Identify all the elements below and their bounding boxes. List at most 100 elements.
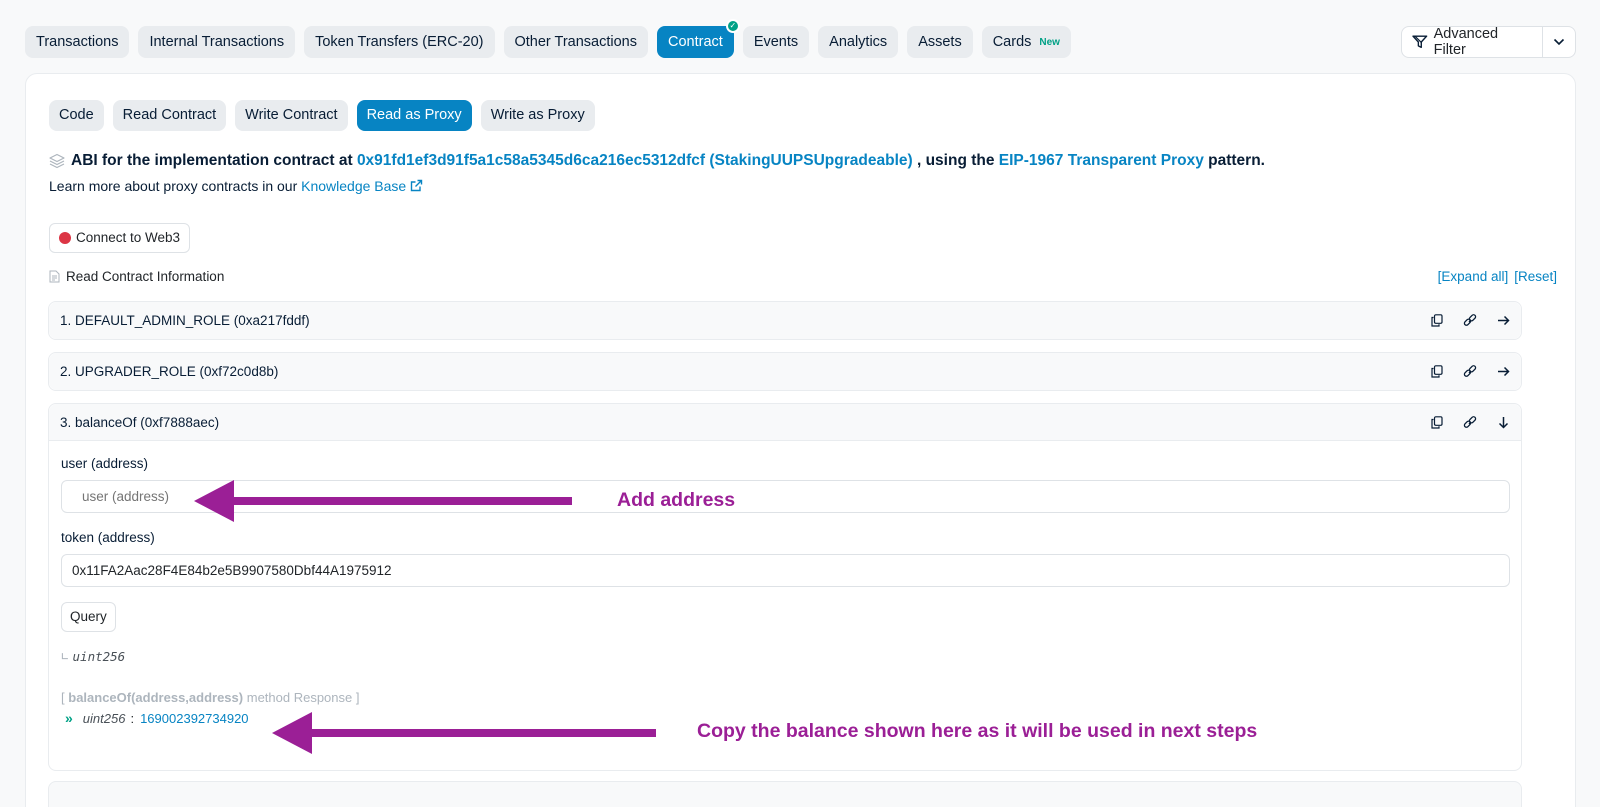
tab-events[interactable]: Events xyxy=(742,26,810,58)
response-separator: : xyxy=(130,710,135,726)
annotation-add-address: Add address xyxy=(617,489,736,511)
arrow-right-icon[interactable] xyxy=(1495,366,1511,377)
response-suffix: method Response ] xyxy=(246,690,360,705)
function-item: 2. UPGRADER_ROLE (0xf72c0d8b) xyxy=(48,352,1522,391)
chevron-down-icon xyxy=(1553,38,1565,46)
filter-icon xyxy=(1412,35,1428,49)
subtab-write-contract[interactable]: Write Contract xyxy=(235,100,348,131)
arrow-right-icon[interactable] xyxy=(1495,315,1511,326)
response-prefix: [ xyxy=(61,690,65,705)
subtab-label: Write Contract xyxy=(245,107,338,123)
return-type: ∟ uint256 xyxy=(61,649,125,664)
abi-suffix: pattern. xyxy=(1208,152,1265,169)
copy-icon[interactable] xyxy=(1429,416,1445,429)
subtab-write-as-proxy[interactable]: Write as Proxy xyxy=(480,100,595,131)
tab-transactions[interactable]: Transactions xyxy=(25,26,130,58)
layers-icon xyxy=(49,153,65,169)
tab-label: Other Transactions xyxy=(514,34,638,50)
function-actions xyxy=(1429,353,1511,390)
contract-sub-tabs: Code Read Contract Write Contract Read a… xyxy=(49,100,595,131)
link-icon[interactable] xyxy=(1462,364,1478,379)
tab-token-transfers[interactable]: Token Transfers (ERC-20) xyxy=(304,26,495,58)
response-value-row: » uint256 : 169002392734920 xyxy=(65,710,249,726)
knowledge-base-link[interactable]: Knowledge Base xyxy=(301,178,423,194)
function-actions xyxy=(1429,302,1511,339)
proxy-pattern-link[interactable]: EIP-1967 Transparent Proxy xyxy=(999,152,1204,170)
function-title: 1. DEFAULT_ADMIN_ROLE (0xa217fddf) xyxy=(60,313,310,328)
annotation-arrow-copy-balance xyxy=(272,712,656,754)
implementation-address-link[interactable]: 0x91fd1ef3d91f5a1c58a5345d6ca216ec5312df… xyxy=(357,152,913,170)
link-icon[interactable] xyxy=(1462,415,1478,430)
subtab-read-contract[interactable]: Read Contract xyxy=(112,100,227,131)
tab-label: Cards xyxy=(992,34,1032,50)
connect-web3-button[interactable]: Connect to Web3 xyxy=(49,223,191,253)
tab-label: Transactions xyxy=(36,34,119,50)
function-header[interactable]: 3. balanceOf (0xf7888aec) xyxy=(49,404,1521,441)
tab-label: Token Transfers (ERC-20) xyxy=(315,34,484,50)
top-tabs: Transactions Internal Transactions Token… xyxy=(25,19,1071,58)
token-address-input[interactable]: 0x11FA2Aac28F4E84b2e5B9907580Dbf44A19759… xyxy=(61,554,1510,587)
advanced-filter-dropdown[interactable] xyxy=(1543,27,1575,57)
external-link-icon xyxy=(410,179,423,192)
learn-more: Learn more about proxy contracts in our … xyxy=(49,178,423,194)
document-icon xyxy=(49,270,60,283)
query-button[interactable]: Query xyxy=(61,602,116,632)
function-header[interactable]: 2. UPGRADER_ROLE (0xf72c0d8b) xyxy=(49,353,1521,390)
subtab-label: Read Contract xyxy=(122,107,217,123)
function-title: 3. balanceOf (0xf7888aec) xyxy=(60,414,220,430)
tab-label: Analytics xyxy=(829,34,888,50)
knowledge-base-label: Knowledge Base xyxy=(301,178,407,194)
tab-other-transactions[interactable]: Other Transactions xyxy=(503,26,648,58)
contract-card: Code Read Contract Write Contract Read a… xyxy=(25,73,1576,807)
tab-label: Events xyxy=(753,34,799,50)
response-header: [ balanceOf(address,address) method Resp… xyxy=(61,690,359,705)
link-icon[interactable] xyxy=(1462,313,1478,328)
reset-link[interactable]: [Reset] xyxy=(1514,269,1557,284)
copy-icon[interactable] xyxy=(1429,314,1445,327)
function-header[interactable]: 1. DEFAULT_ADMIN_ROLE (0xa217fddf) xyxy=(49,302,1521,339)
tab-internal-transactions[interactable]: Internal Transactions xyxy=(138,26,296,58)
abi-notice: ABI for the implementation contract at 0… xyxy=(49,152,1265,170)
response-method: balanceOf(address,address) xyxy=(68,690,244,705)
read-contract-info: Read Contract Information xyxy=(49,269,224,284)
tab-label: Internal Transactions xyxy=(149,34,285,50)
advanced-filter: Advanced Filter xyxy=(1401,26,1576,58)
tab-analytics[interactable]: Analytics xyxy=(818,26,899,58)
tab-label: Contract xyxy=(668,34,723,50)
return-type-label: uint256 xyxy=(72,649,126,664)
balance-value[interactable]: 169002392734920 xyxy=(140,711,248,726)
subtab-label: Write as Proxy xyxy=(490,107,585,123)
disconnected-dot-icon xyxy=(59,232,71,244)
expand-all-link[interactable]: [Expand all] xyxy=(1438,269,1509,284)
advanced-filter-label: Advanced Filter xyxy=(1433,26,1499,58)
tree-branch-icon: ∟ xyxy=(61,649,69,664)
abi-prefix: ABI for the implementation contract at xyxy=(71,152,353,169)
tab-label: Assets xyxy=(918,34,962,50)
read-info-label: Read Contract Information xyxy=(66,269,225,284)
verified-check-icon: ✓ xyxy=(725,19,740,33)
expand-reset-links: [Expand all] [Reset] xyxy=(1438,269,1557,284)
tab-assets[interactable]: Assets xyxy=(907,26,973,58)
advanced-filter-button[interactable]: Advanced Filter xyxy=(1402,26,1543,58)
annotation-copy-balance: Copy the balance shown here as it will b… xyxy=(697,720,1258,742)
annotation-arrow-add-address xyxy=(194,480,572,522)
copy-icon[interactable] xyxy=(1429,365,1445,378)
function-title: 2. UPGRADER_ROLE (0xf72c0d8b) xyxy=(60,364,279,379)
subtab-label: Code xyxy=(59,107,94,123)
tab-cards[interactable]: Cards New xyxy=(981,26,1071,58)
function-item: 1. DEFAULT_ADMIN_ROLE (0xa217fddf) xyxy=(48,301,1522,340)
subtab-read-as-proxy[interactable]: Read as Proxy xyxy=(356,100,472,131)
function-actions xyxy=(1429,404,1511,441)
tab-contract[interactable]: Contract ✓ xyxy=(657,19,740,58)
learn-prefix: Learn more about proxy contracts in our xyxy=(49,178,298,194)
response-type: uint256 xyxy=(82,710,126,726)
double-chevron-right-icon: » xyxy=(65,710,73,726)
user-address-label: user (address) xyxy=(61,456,149,471)
abi-middle: , using the xyxy=(916,152,995,169)
subtab-code[interactable]: Code xyxy=(49,100,104,131)
arrow-down-icon[interactable] xyxy=(1495,416,1511,429)
page: Transactions Internal Transactions Token… xyxy=(0,0,1600,807)
connect-web3-label: Connect to Web3 xyxy=(76,230,181,245)
token-address-label: token (address) xyxy=(61,530,155,545)
next-function-item[interactable] xyxy=(48,781,1522,807)
